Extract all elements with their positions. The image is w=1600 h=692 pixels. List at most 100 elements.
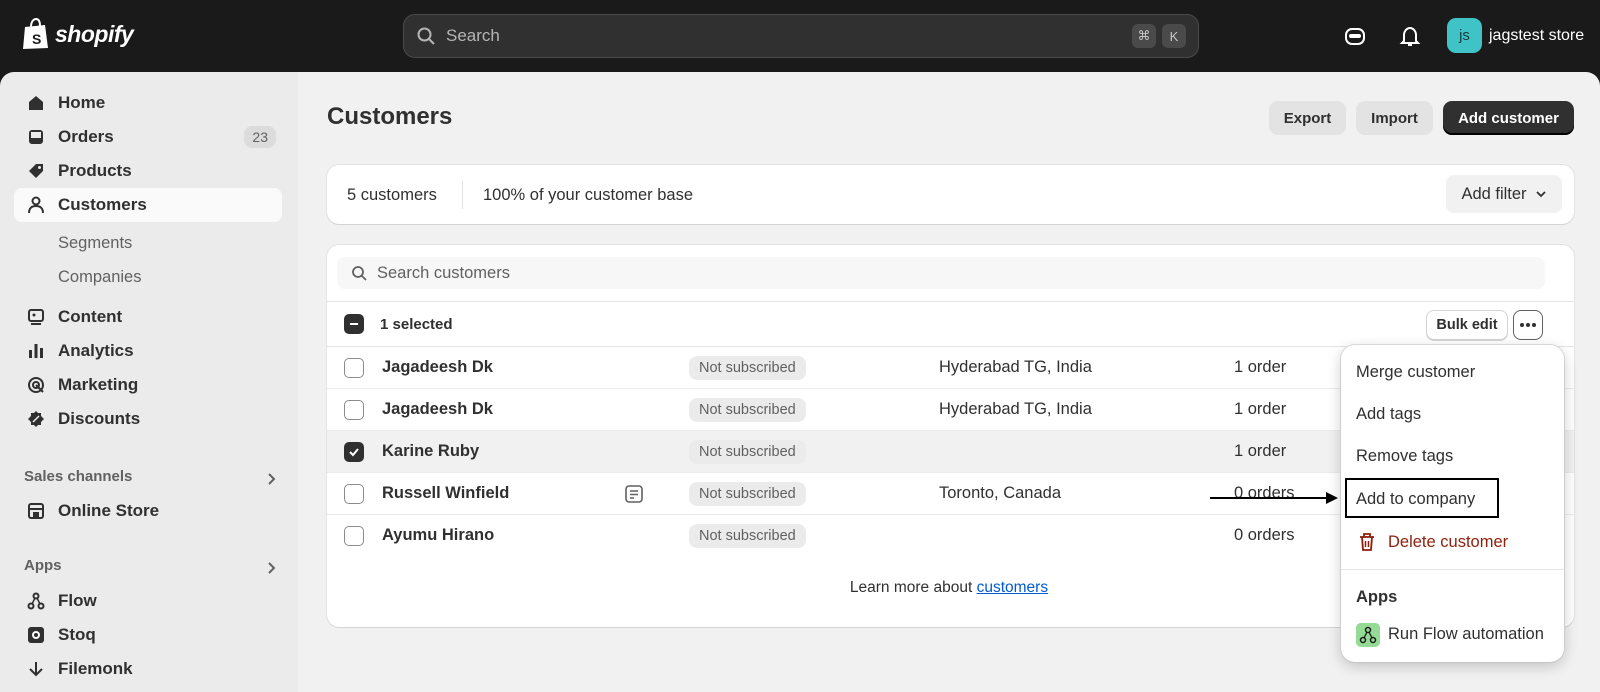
search-placeholder: Search (446, 26, 500, 45)
select-all-checkbox[interactable] (344, 314, 364, 334)
delete-customer-item[interactable]: Delete customer (1388, 533, 1508, 552)
logo-text: shopify (55, 20, 134, 47)
discount-icon (26, 409, 46, 429)
bell-icon[interactable] (1398, 24, 1422, 48)
note-icon[interactable] (624, 484, 644, 504)
sidebar-item-label: Customers (58, 195, 147, 214)
add-customer-button[interactable]: Add customer (1443, 101, 1574, 135)
customer-name[interactable]: Jagadeesh Dk (382, 400, 493, 419)
search-icon (352, 266, 367, 281)
customer-name[interactable]: Karine Ruby (382, 442, 479, 461)
customer-name[interactable]: Ayumu Hirano (382, 526, 494, 545)
menu-divider (1341, 569, 1564, 570)
subscription-badge: Not subscribed (689, 356, 806, 380)
menu-apps-heading: Apps (1356, 588, 1398, 606)
sidebar-item-marketing[interactable]: Marketing (14, 368, 282, 402)
customer-location: Toronto, Canada (939, 484, 1062, 502)
global-search[interactable]: Search ⌘ K (403, 14, 1199, 58)
export-button[interactable]: Export (1269, 101, 1346, 135)
shopify-logo[interactable]: S shopify (22, 18, 134, 50)
selected-count: 1 selected (380, 316, 453, 333)
avatar: js (1447, 18, 1482, 53)
customer-orders: 1 order (1234, 442, 1287, 460)
subscription-badge: Not subscribed (689, 398, 806, 422)
add-filter-label: Add filter (1461, 184, 1527, 203)
customer-search-input[interactable]: Search customers (337, 257, 1545, 289)
subscription-badge: Not subscribed (689, 440, 806, 464)
stoq-icon (26, 625, 46, 645)
indeterminate-icon (350, 323, 358, 325)
row-checkbox[interactable] (344, 400, 364, 420)
sidebar-item-customers[interactable]: Customers (14, 188, 282, 222)
sidekick-icon[interactable] (1343, 24, 1367, 48)
sidebar-item-content[interactable]: Content (14, 300, 282, 334)
divider (462, 181, 463, 209)
row-checkbox[interactable] (344, 484, 364, 504)
top-bar: S shopify Search ⌘ K js jagstest store (0, 0, 1600, 72)
customer-location: Hyderabad TG, India (939, 358, 1092, 376)
sidebar-item-label: Analytics (58, 341, 134, 360)
subscription-badge: Not subscribed (689, 524, 806, 548)
sidebar-item-home[interactable]: Home (14, 86, 282, 120)
customer-orders: 0 orders (1234, 526, 1295, 544)
sidebar-item-label: Online Store (58, 501, 160, 520)
sidebar-item-products[interactable]: Products (14, 154, 282, 188)
annotation-arrow-icon (1210, 492, 1338, 504)
sidebar-item-companies[interactable]: Companies (58, 268, 141, 287)
add-filter-button[interactable]: Add filter (1446, 175, 1562, 213)
store-name: jagstest store (1489, 26, 1585, 44)
sidebar-item-label: Marketing (58, 375, 139, 394)
sidebar-item-label: Flow (58, 591, 97, 610)
run-flow-automation-item[interactable]: Run Flow automation (1388, 625, 1544, 644)
summary-card: 5 customers 100% of your customer base A… (327, 165, 1574, 224)
import-button[interactable]: Import (1356, 101, 1433, 135)
more-actions-button[interactable] (1513, 310, 1543, 340)
sidebar-item-filemonk[interactable]: Filemonk (14, 652, 282, 686)
subscription-badge: Not subscribed (689, 482, 806, 506)
person-icon (26, 195, 46, 215)
sidebar-item-discounts[interactable]: Discounts (14, 402, 282, 436)
customer-name[interactable]: Russell Winfield (382, 484, 509, 503)
search-icon (417, 27, 435, 45)
sales-channels-heading: Sales channels (24, 468, 133, 485)
sidebar-item-stoq[interactable]: Stoq (14, 618, 282, 652)
merge-customer-item[interactable]: Merge customer (1356, 363, 1475, 382)
sidebar-item-flow[interactable]: Flow (14, 584, 282, 618)
flow-icon (26, 591, 46, 611)
apps-heading: Apps (24, 557, 62, 574)
sidebar-item-label: Orders (58, 127, 114, 146)
learn-more-prefix: Learn more about (849, 579, 977, 596)
bar-chart-icon (26, 341, 46, 361)
target-icon (26, 375, 46, 395)
trash-icon (1360, 533, 1374, 551)
svg-text:S: S (32, 31, 41, 47)
customer-location: Hyderabad TG, India (939, 400, 1092, 418)
home-icon (26, 93, 46, 113)
shortcut-key-k: K (1162, 24, 1186, 48)
bulk-edit-button[interactable]: Bulk edit (1426, 310, 1508, 340)
customer-name[interactable]: Jagadeesh Dk (382, 358, 493, 377)
ellipsis-icon (1520, 323, 1536, 327)
content-icon (26, 307, 46, 327)
remove-tags-item[interactable]: Remove tags (1356, 447, 1453, 466)
sidebar-item-label: Filemonk (58, 659, 133, 678)
sidebar-item-analytics[interactable]: Analytics (14, 334, 282, 368)
chevron-right-icon[interactable] (264, 561, 278, 575)
customers-help-link[interactable]: customers (977, 579, 1049, 596)
sidebar-item-orders[interactable]: Orders 23 (14, 120, 282, 154)
customer-orders: 1 order (1234, 400, 1287, 418)
customer-search-placeholder: Search customers (377, 263, 510, 282)
sidebar-item-online-store[interactable]: Online Store (14, 494, 282, 528)
chevron-right-icon[interactable] (264, 472, 278, 486)
bulk-actions-bar: 1 selected Bulk edit (327, 301, 1574, 347)
sidebar-item-segments[interactable]: Segments (58, 234, 132, 253)
row-checkbox[interactable] (344, 358, 364, 378)
store-menu[interactable]: js jagstest store (1447, 18, 1584, 53)
row-checkbox[interactable] (344, 526, 364, 546)
row-checkbox[interactable] (344, 442, 364, 462)
add-tags-item[interactable]: Add tags (1356, 405, 1421, 424)
page-title: Customers (327, 103, 453, 130)
annotation-highlight-box (1345, 478, 1499, 518)
inbox-icon (26, 127, 46, 147)
shopping-bag-icon: S (23, 18, 48, 49)
